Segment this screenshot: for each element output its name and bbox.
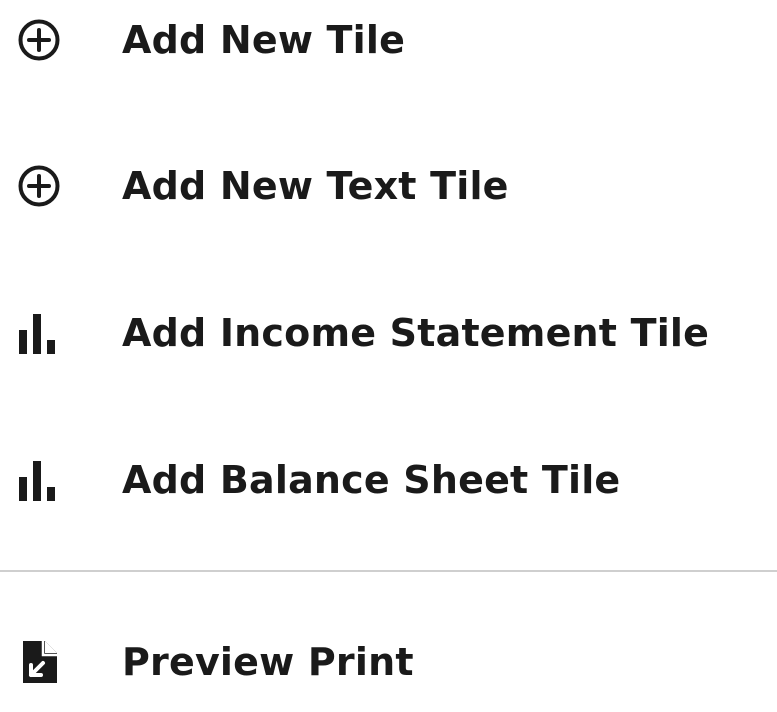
plus-circle-icon [16,163,62,209]
menu-item-label: Add Balance Sheet Tile [122,458,621,502]
menu-item-label: Preview Print [122,640,414,684]
menu-item-add-new-tile[interactable]: Add New Tile [0,0,777,90]
menu-item-preview-print[interactable]: Preview Print [0,612,777,712]
menu-item-label: Add Income Statement Tile [122,311,710,355]
bar-chart-icon [16,310,62,356]
menu-item-label: Add New Text Tile [122,164,509,208]
menu-item-add-new-text-tile[interactable]: Add New Text Tile [0,136,777,236]
menu-item-add-income-statement-tile[interactable]: Add Income Statement Tile [0,283,777,383]
context-menu: Add New Tile Add New Text Tile Add Incom… [0,0,777,692]
menu-divider [0,570,777,572]
document-export-icon [16,639,62,685]
plus-circle-icon [16,17,62,63]
bar-chart-icon [16,457,62,503]
menu-item-label: Add New Tile [122,18,406,62]
menu-item-add-balance-sheet-tile[interactable]: Add Balance Sheet Tile [0,430,777,530]
